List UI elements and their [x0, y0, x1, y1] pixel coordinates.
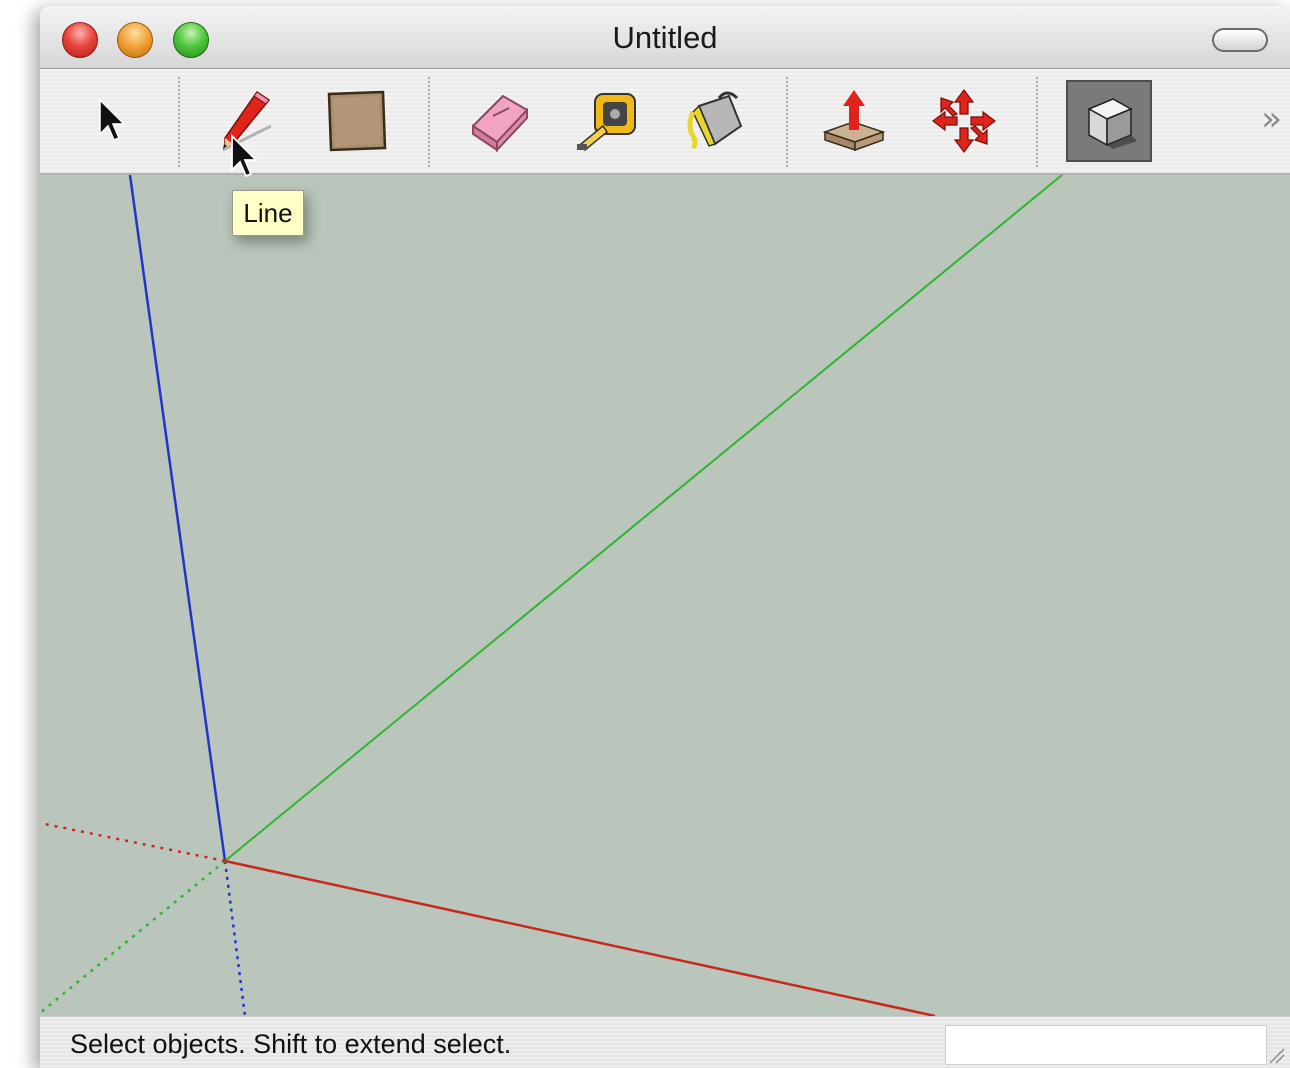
mouse-cursor-icon — [231, 133, 259, 178]
drawing-canvas[interactable] — [40, 175, 1290, 1016]
select-arrow-icon — [99, 98, 126, 141]
toolbar-overflow-button[interactable]: » — [1261, 99, 1282, 139]
toolbar-separator — [178, 77, 180, 167]
eraser-tool-button[interactable] — [460, 81, 540, 161]
rectangle-icon — [327, 90, 387, 152]
eraser-icon — [471, 94, 529, 153]
toolbar-separator — [786, 77, 788, 167]
paint-bucket-tool-button[interactable] — [674, 81, 754, 161]
tool-tooltip: Line — [232, 190, 304, 236]
move-icon — [932, 89, 996, 153]
green-axis-line — [224, 175, 1063, 862]
orbit-cube-icon — [1087, 98, 1137, 149]
toolbar-toggle-button[interactable] — [1212, 28, 1268, 52]
move-tool-button[interactable] — [924, 81, 1004, 161]
window-title: Untitled — [612, 20, 718, 55]
resize-grip-icon[interactable] — [1266, 1045, 1286, 1065]
blue-axis-line — [128, 175, 227, 862]
push-pull-tool-button[interactable] — [814, 81, 894, 161]
red-axis-dotted — [40, 821, 226, 863]
orbit-tool-button[interactable] — [1066, 80, 1152, 162]
paint-bucket-icon — [687, 91, 743, 150]
rectangle-tool-button[interactable] — [316, 81, 396, 161]
status-bar: Select objects. Shift to extend select. — [40, 1016, 1290, 1068]
status-message: Select objects. Shift to extend select. — [70, 1029, 512, 1059]
toolbar-separator — [428, 77, 430, 167]
tape-measure-icon — [577, 93, 636, 152]
measurements-box[interactable] — [945, 1025, 1267, 1065]
toolbar-separator — [1036, 77, 1038, 167]
select-tool-button[interactable] — [70, 81, 150, 161]
red-axis-line — [224, 859, 936, 1016]
green-axis-dotted — [40, 860, 226, 1014]
title-bar[interactable]: Untitled — [40, 6, 1290, 69]
blue-axis-dotted — [223, 860, 247, 1016]
tape-measure-tool-button[interactable] — [568, 81, 648, 161]
push-pull-icon — [822, 90, 886, 152]
